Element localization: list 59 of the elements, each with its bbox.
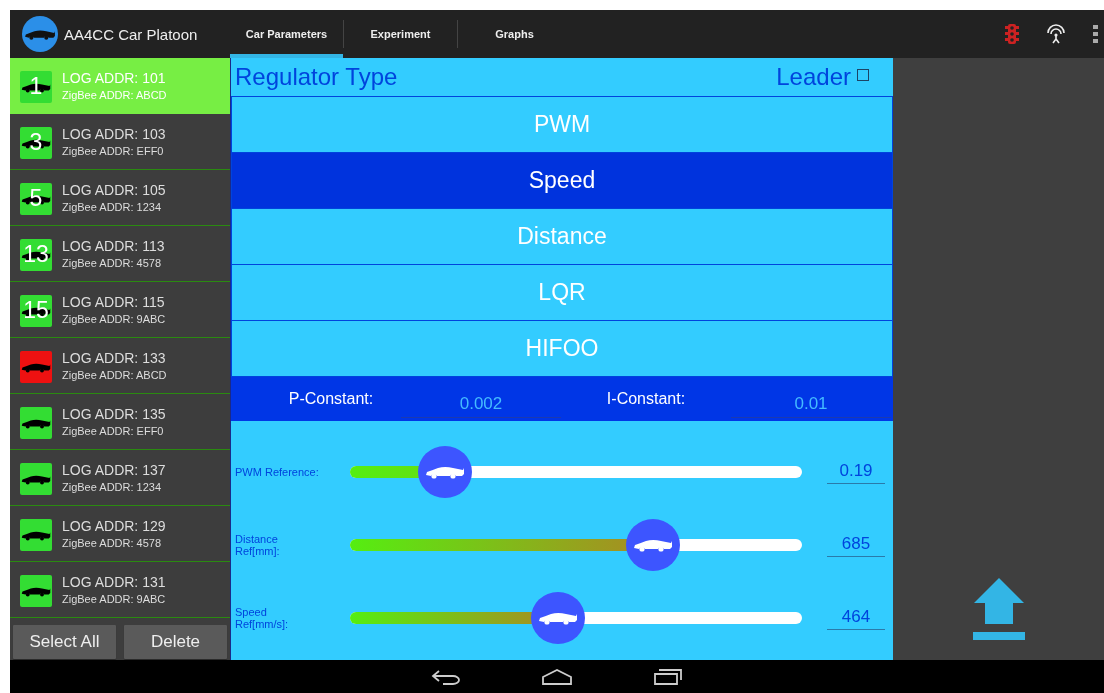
log-address: LOG ADDR: 115 [62,294,166,310]
slider[interactable] [350,517,802,572]
log-address: LOG ADDR: 133 [62,350,167,366]
list-button[interactable]: Delete [124,625,227,659]
tab[interactable]: Graphs [458,10,571,58]
slider-label: PWM Reference: [234,465,320,478]
log-address: LOG ADDR: 135 [62,406,166,422]
car-list-item[interactable]: LOG ADDR: 131 ZigBee ADDR: 9ABC [10,562,230,618]
tab[interactable]: Experiment [344,10,457,58]
zigbee-address: ZigBee ADDR: EFF0 [62,425,165,437]
zigbee-address: ZigBee ADDR: 1234 [62,201,163,213]
log-address: LOG ADDR: 113 [62,238,165,254]
car-list-item[interactable]: LOG ADDR: 137 ZigBee ADDR: 1234 [10,450,230,506]
log-address: LOG ADDR: 129 [62,518,166,534]
slider-value-field[interactable]: 685 [827,532,885,557]
antenna-icon[interactable] [1045,24,1067,44]
constant-label: P-Constant: [287,390,375,408]
constant-label: I-Constant: [605,390,687,408]
menu-icon[interactable] [1093,25,1098,43]
thumb-car-icon [537,610,578,625]
zigbee-address: ZigBee ADDR: 9ABC [62,593,166,605]
car-number-badge: 13 [20,238,52,271]
zigbee-address: ZigBee ADDR: 4578 [62,257,163,269]
regulator-option[interactable]: Speed [232,153,892,209]
zigbee-address: ZigBee ADDR: ABCD [62,369,167,381]
slider[interactable] [350,590,802,645]
recent-apps-icon[interactable] [653,668,683,685]
thumb-car-icon [632,537,673,552]
slider-label: Distance Ref[mm]: [234,532,281,557]
slider-label: Speed Ref[mm/s]: [234,605,290,630]
log-address: LOG ADDR: 103 [62,126,166,142]
leader-checkbox[interactable]: Leader [776,63,869,91]
log-address: LOG ADDR: 131 [62,574,166,590]
list-button[interactable]: Select All [13,625,116,659]
home-icon[interactable] [541,668,573,685]
zigbee-address: ZigBee ADDR: 9ABC [62,313,166,325]
car-list-item[interactable]: LOG ADDR: 133 ZigBee ADDR: ABCD [10,338,230,394]
slider-value-field[interactable]: 464 [827,605,885,630]
log-address: LOG ADDR: 101 [62,70,167,86]
zigbee-address: ZigBee ADDR: EFF0 [62,145,165,157]
slider-value-field[interactable]: 0.19 [827,459,885,484]
zigbee-address: ZigBee ADDR: 4578 [62,537,163,549]
constant-field[interactable]: 0.002 [401,390,561,418]
traffic-light-icon[interactable] [1005,24,1019,44]
app-title: AA4CC Car Platoon [64,25,198,43]
back-icon[interactable] [431,668,461,685]
car-number-badge: 15 [20,294,52,327]
zigbee-address: ZigBee ADDR: ABCD [62,89,167,101]
logo-icon [22,16,58,52]
section-title: Regulator Type [235,63,398,91]
thumb-car-icon [424,464,465,479]
upload-icon[interactable] [972,578,1025,640]
slider[interactable] [350,444,802,499]
constant-field[interactable]: 0.01 [731,390,891,418]
log-address: LOG ADDR: 137 [62,462,166,478]
zigbee-address: ZigBee ADDR: 1234 [62,481,163,493]
car-list-item[interactable]: LOG ADDR: 129 ZigBee ADDR: 4578 [10,506,230,562]
car-list-item[interactable]: LOG ADDR: 135 ZigBee ADDR: EFF0 [10,394,230,450]
log-address: LOG ADDR: 105 [62,182,166,198]
